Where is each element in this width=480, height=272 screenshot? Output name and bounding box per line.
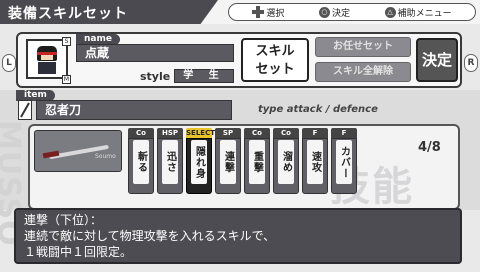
skill-slot-cost: Co xyxy=(244,128,270,138)
help-decide-label: 決定 xyxy=(331,8,350,19)
skill-count: 4/8 xyxy=(418,140,441,155)
sword-icon xyxy=(18,100,32,120)
item-name: 忍者刀 xyxy=(36,100,232,120)
dpad-icon xyxy=(252,6,265,18)
help-select: 選択 xyxy=(252,6,284,19)
skill-description: 連撃（下位）： 連続で敵に対して物理攻撃を入れるスキルで、 １戦闘中１回限定。 xyxy=(14,208,462,264)
header-bar: 装備スキルセット 選択 ○ 決定 △ 補助メニュー xyxy=(0,0,480,24)
skillset-line2: セット xyxy=(255,62,295,77)
help-decide: ○ 決定 xyxy=(318,6,350,19)
skill-slot[interactable]: F カバー xyxy=(331,128,357,208)
weapon-preview: Soumo xyxy=(34,130,122,172)
skill-slot[interactable]: F 速攻 xyxy=(302,128,328,208)
character-name: 点蔵 xyxy=(76,44,234,62)
skill-slot-cost: SELECT xyxy=(186,128,215,138)
skill-slots: Co 斬る HSP 迅さ SELECT 隠れ身 SP 連撃 Co 重撃 Co 溜め F 速攻 F カバー xyxy=(128,128,357,208)
release-all-button[interactable]: スキル全解除 xyxy=(315,62,411,82)
skill-slot[interactable]: Co 斬る xyxy=(128,128,154,208)
item-type: type attack / defence xyxy=(258,104,378,115)
skill-slot[interactable]: SP 連撃 xyxy=(215,128,241,208)
skillset-line1: スキル xyxy=(255,44,295,59)
skill-slot-name: カバー xyxy=(336,140,352,184)
skill-slot-cost: F xyxy=(331,128,357,138)
skill-panel: 技能 Soumo Co 斬る HSP 迅さ SELECT 隠れ身 SP 連撃 Co 重撃 Co 溜め F… xyxy=(28,124,460,210)
body-icon xyxy=(38,62,56,74)
description-line-2: １戦闘中１回限定。 xyxy=(24,245,133,259)
description-line-1: 連続で敵に対して物理攻撃を入れるスキルで、 xyxy=(24,229,276,243)
skill-slot-name: 隠れ身 xyxy=(191,140,207,184)
style-label: style xyxy=(140,70,171,83)
description-title: 連撃（下位）： xyxy=(24,213,103,227)
decide-button[interactable]: 決定 xyxy=(416,38,458,82)
skillset-button[interactable]: スキル セット xyxy=(241,38,309,82)
circle-button-icon: ○ xyxy=(318,6,330,18)
skill-slot-cost: F xyxy=(302,128,328,138)
skill-slot-name: 溜め xyxy=(278,140,294,184)
skill-slot-name: 連撃 xyxy=(220,140,236,184)
skill-slot-name: 速攻 xyxy=(307,140,323,184)
skill-slot-name: 斬る xyxy=(133,140,149,184)
skill-slot[interactable]: Co 重撃 xyxy=(244,128,270,208)
l-shoulder-button[interactable]: L xyxy=(2,54,16,72)
button-help-bar: 選択 ○ 決定 △ 補助メニュー xyxy=(228,3,476,21)
skill-slot-name: 迅さ xyxy=(162,140,178,184)
triangle-button-icon: △ xyxy=(384,6,396,18)
auto-set-button[interactable]: お任せセット xyxy=(315,37,411,57)
help-select-label: 選択 xyxy=(266,8,285,19)
help-menu-label: 補助メニュー xyxy=(397,8,452,19)
skill-slot-cost: HSP xyxy=(157,128,183,138)
avatar: S M xyxy=(26,37,71,84)
skill-slot-name: 重撃 xyxy=(249,140,265,184)
skill-slot[interactable]: Co 溜め xyxy=(273,128,299,208)
skill-slot-cost: Co xyxy=(273,128,299,138)
skill-slot[interactable]: SELECT 隠れ身 xyxy=(186,128,215,208)
skill-slot[interactable]: HSP 迅さ xyxy=(157,128,183,208)
skill-slot-cost: Co xyxy=(128,128,154,138)
avatar-tag-m: M xyxy=(62,75,71,84)
item-row: item 忍者刀 type attack / defence xyxy=(16,90,462,120)
character-style: 学 生 xyxy=(174,69,234,83)
avatar-tag-s: S xyxy=(62,37,71,46)
skill-slot-cost: SP xyxy=(215,128,241,138)
weapon-caption: Soumo xyxy=(95,153,116,160)
r-shoulder-button[interactable]: R xyxy=(464,54,478,72)
character-panel: S M name 点蔵 style 学 生 スキル セット お任せセット スキル… xyxy=(16,32,462,88)
help-menu: △ 補助メニュー xyxy=(384,6,452,19)
page-title: 装備スキルセット xyxy=(8,6,128,22)
face-icon xyxy=(41,55,53,60)
